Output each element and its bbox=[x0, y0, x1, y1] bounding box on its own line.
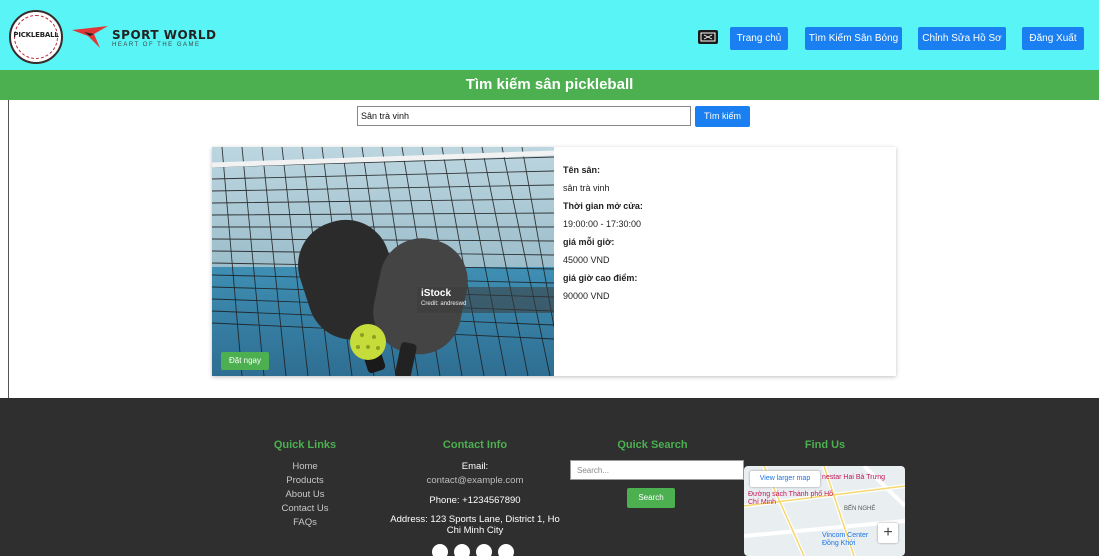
nav-home-button[interactable]: Trang chủ bbox=[730, 27, 788, 50]
hours-label: Thời gian mở cửa: bbox=[563, 201, 643, 211]
contact-info-title: Contact Info bbox=[442, 439, 508, 451]
search-button[interactable]: Tìm kiếm bbox=[695, 106, 750, 127]
instagram-icon[interactable] bbox=[476, 544, 492, 556]
footer-link-home[interactable]: Home bbox=[270, 460, 340, 474]
nav-edit-profile-button[interactable]: Chỉnh Sửa Hồ Sơ bbox=[918, 27, 1006, 50]
ticket-icon[interactable] bbox=[698, 30, 718, 44]
map[interactable]: View larger map nestar Hai Bà Trưng Đườn… bbox=[744, 466, 905, 556]
footer-link-faqs[interactable]: FAQs bbox=[270, 516, 340, 530]
phone: Phone: +1234567890 bbox=[429, 495, 521, 506]
book-now-button[interactable]: Đặt ngay bbox=[221, 352, 269, 370]
map-label: Đường sách Thành phố Hồ Chí Minh bbox=[748, 491, 834, 506]
hours-value: 19:00:00 - 17:30:00 bbox=[563, 219, 642, 229]
divider bbox=[8, 100, 9, 398]
find-us-title: Find Us bbox=[804, 439, 846, 451]
court-image: iStock Credit: andreswd Đặt ngay bbox=[212, 147, 554, 376]
facebook-icon[interactable] bbox=[432, 544, 448, 556]
nav-logout-button[interactable]: Đăng Xuất bbox=[1022, 27, 1084, 50]
email-label: Email: bbox=[461, 461, 489, 472]
name-label: Tên sân: bbox=[563, 165, 601, 175]
map-label: Vincom Center Đồng Khởi bbox=[822, 532, 869, 547]
address: Address: 123 Sports Lane, District 1, Ho… bbox=[390, 514, 560, 536]
quick-search-input[interactable]: Search... bbox=[570, 460, 744, 480]
view-larger-map-link[interactable]: View larger map bbox=[750, 471, 820, 487]
nav-search-field-button[interactable]: Tìm Kiếm Sân Bóng bbox=[805, 27, 902, 50]
zoom-in-icon[interactable]: + bbox=[878, 523, 898, 543]
peak-price-value: 90000 VND bbox=[563, 291, 610, 301]
court-card: iStock Credit: andreswd Đặt ngay Tên sân… bbox=[212, 147, 896, 376]
map-label: BẾN NGHÉ bbox=[844, 506, 876, 512]
image-watermark: iStock bbox=[421, 288, 452, 299]
footer-link-contact[interactable]: Contact Us bbox=[270, 502, 340, 516]
sport-world-logo-icon bbox=[72, 26, 108, 48]
image-credit: Credit: andreswd bbox=[421, 301, 467, 307]
page-title: Tìm kiếm sân pickleball bbox=[0, 70, 1099, 100]
peak-price-label: giá giờ cao điểm: bbox=[563, 273, 638, 283]
logo-text: PICKLEBALL bbox=[13, 31, 59, 39]
footer-link-about[interactable]: About Us bbox=[270, 488, 340, 502]
linkedin-icon[interactable] bbox=[498, 544, 514, 556]
map-label: nestar Hai Bà Trưng bbox=[822, 474, 886, 481]
brand-tagline: HEART OF THE GAME bbox=[112, 42, 201, 48]
price-value: 45000 VND bbox=[563, 255, 610, 265]
brand-name: SPORT WORLD bbox=[112, 28, 217, 42]
pickleball-logo[interactable]: PICKLEBALL bbox=[9, 10, 63, 64]
court-details: Tên sân: sân trà vinh Thời gian mở cửa: … bbox=[563, 161, 883, 305]
quick-search-button[interactable]: Search bbox=[627, 488, 675, 508]
price-label: giá mỗi giờ: bbox=[563, 237, 615, 247]
footer: Quick Links Home Products About Us Conta… bbox=[0, 398, 1099, 556]
name-value: sân trà vinh bbox=[563, 183, 610, 193]
twitter-icon[interactable] bbox=[454, 544, 470, 556]
quick-links-list: Home Products About Us Contact Us FAQs bbox=[270, 460, 340, 530]
contact-info: Email: contact@example.com Phone: +12345… bbox=[390, 460, 560, 536]
footer-link-products[interactable]: Products bbox=[270, 474, 340, 488]
header: PICKLEBALL SPORT WORLD HEART OF THE GAME… bbox=[0, 0, 1099, 70]
email-value[interactable]: contact@example.com bbox=[390, 474, 560, 488]
search-input[interactable]: Sân trà vinh bbox=[357, 106, 691, 126]
quick-search-title: Quick Search bbox=[617, 439, 688, 451]
quick-links-title: Quick Links bbox=[273, 439, 337, 451]
